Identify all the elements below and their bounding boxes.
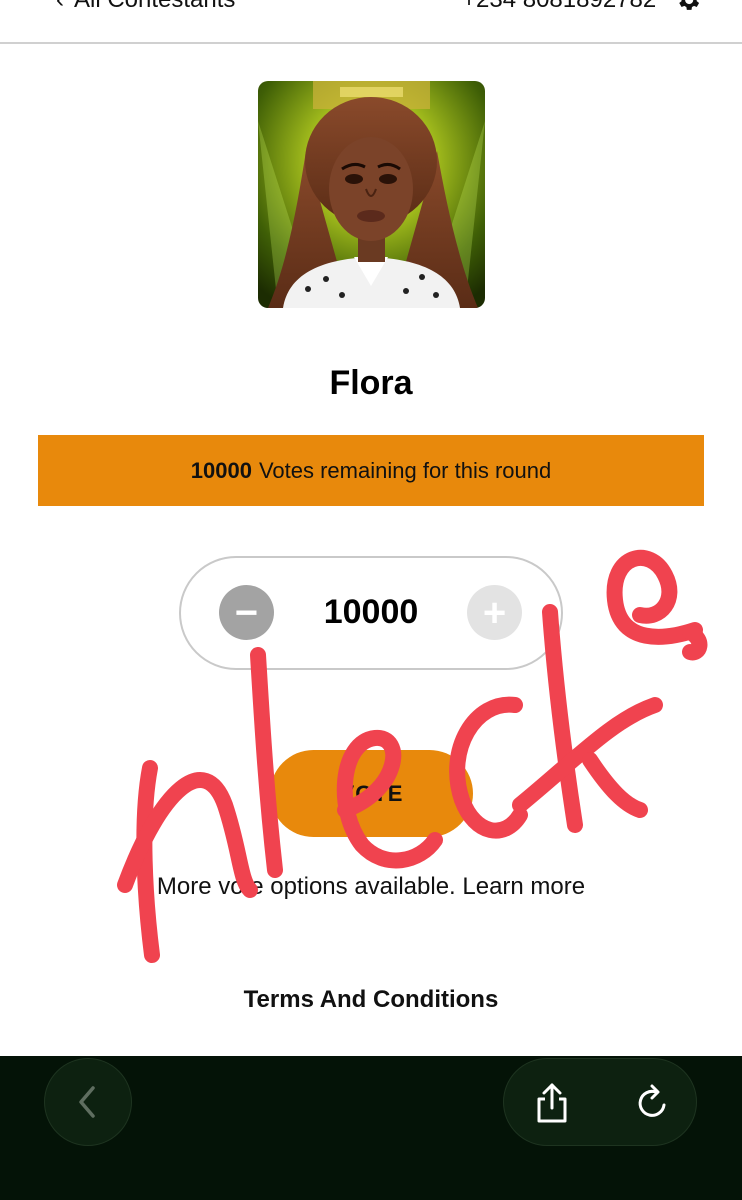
more-vote-options-link[interactable]: More vote options available. Learn more bbox=[0, 873, 742, 901]
vote-button[interactable]: VOTE bbox=[270, 750, 473, 837]
contestant-name: Flora bbox=[329, 364, 413, 402]
contestant-photo bbox=[258, 81, 485, 308]
chevron-left-icon: ‹ bbox=[56, 0, 64, 14]
reload-button[interactable] bbox=[628, 1079, 676, 1127]
plus-icon: + bbox=[482, 590, 507, 635]
all-contestants-link[interactable]: ‹ All Contestants bbox=[56, 0, 235, 14]
share-button[interactable] bbox=[528, 1079, 576, 1127]
all-contestants-label: All Contestants bbox=[74, 0, 235, 14]
vote-button-label: VOTE bbox=[339, 780, 404, 806]
votes-remaining-count: 10000 bbox=[190, 457, 252, 483]
browser-actions-pill bbox=[503, 1058, 697, 1146]
votes-remaining-banner: 10000 Votes remaining for this round bbox=[38, 435, 704, 506]
browser-back-button[interactable] bbox=[44, 1058, 132, 1146]
share-icon bbox=[537, 1083, 567, 1123]
terms-and-conditions-link[interactable]: Terms And Conditions bbox=[0, 986, 742, 1014]
phone-number: +234 8081892782 bbox=[462, 0, 656, 14]
back-icon bbox=[79, 1086, 95, 1118]
reload-icon bbox=[638, 1084, 666, 1117]
browser-toolbar bbox=[0, 1056, 742, 1200]
increment-button[interactable]: + bbox=[467, 585, 522, 640]
gear-icon[interactable] bbox=[674, 0, 702, 14]
votes-remaining-text: Votes remaining for this round bbox=[258, 457, 552, 483]
top-bar: ‹ All Contestants +234 8081892782 bbox=[0, 0, 742, 44]
vote-quantity-stepper: − 10000 + bbox=[179, 556, 563, 670]
